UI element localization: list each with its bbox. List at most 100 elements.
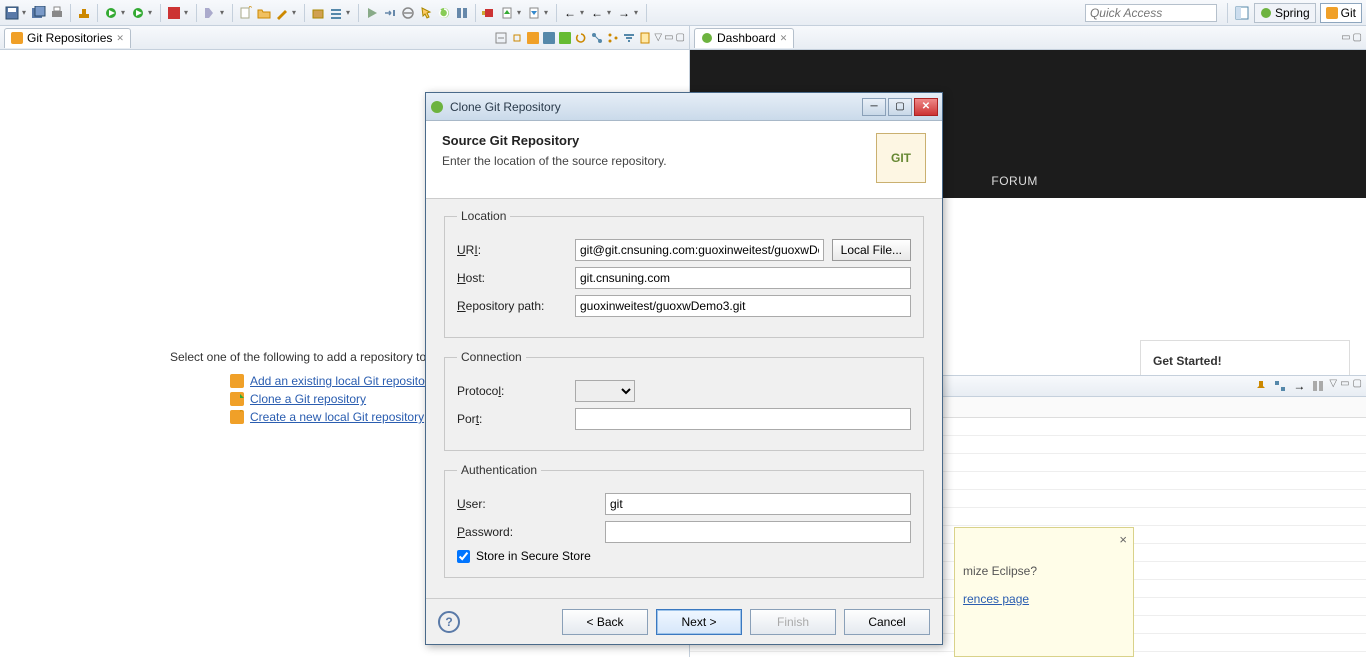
folder-open-icon[interactable] (256, 5, 272, 21)
link-editor-icon[interactable] (510, 31, 524, 45)
debug-run-icon[interactable] (103, 5, 119, 21)
collapse-all-icon[interactable] (494, 31, 508, 45)
doc-icon[interactable] (638, 31, 652, 45)
label-store-secure: Store in Secure Store (476, 549, 591, 563)
git-icon (1326, 7, 1338, 19)
arrow-right-icon[interactable]: → (1291, 378, 1307, 394)
maximize-icon[interactable]: ▢ (676, 32, 685, 43)
view-header: Git Repositories ✕ ▽ ▭ ▢ (0, 26, 689, 50)
clone-repo-link[interactable]: Clone a Git repository (250, 392, 366, 406)
terminate-icon[interactable] (400, 5, 416, 21)
forward-icon[interactable]: ← (589, 5, 605, 21)
dropdown-icon[interactable]: ▾ (292, 8, 299, 17)
help-icon[interactable]: ? (438, 611, 460, 633)
local-file-button[interactable]: Local File... (832, 239, 911, 261)
perspective-spring[interactable]: Spring (1254, 3, 1316, 23)
close-icon[interactable]: ✕ (780, 33, 788, 44)
skip-icon[interactable] (202, 5, 218, 21)
extension-icon[interactable] (481, 5, 497, 21)
columns-icon[interactable] (454, 5, 470, 21)
repo-path-input[interactable] (575, 295, 911, 317)
protocol-select[interactable] (575, 380, 635, 402)
pointer-icon[interactable] (418, 5, 434, 21)
dropdown-icon[interactable]: ▾ (607, 8, 614, 17)
create-repo-link[interactable]: Create a new local Git repository (250, 410, 424, 424)
save-all-icon[interactable] (31, 5, 47, 21)
add-existing-link[interactable]: Add an existing local Git repository (250, 374, 435, 388)
play-icon[interactable] (364, 5, 380, 21)
spring-icon (701, 32, 713, 44)
next-button[interactable]: Next > (656, 609, 742, 635)
back-icon[interactable]: ← (562, 5, 578, 21)
git-create-icon[interactable] (558, 31, 572, 45)
minimize-icon[interactable]: ▭ (664, 32, 673, 43)
package-icon[interactable] (310, 5, 326, 21)
store-secure-checkbox[interactable] (457, 550, 470, 563)
dropdown-icon[interactable]: ▾ (634, 8, 641, 17)
cancel-button[interactable]: Cancel (844, 609, 930, 635)
perspective-git[interactable]: Git (1320, 3, 1362, 23)
uri-input[interactable] (575, 239, 824, 261)
hierarchy-icon[interactable] (590, 31, 604, 45)
nav-back-icon[interactable]: → (616, 5, 632, 21)
dropdown-icon[interactable]: ▾ (580, 8, 587, 17)
minimize-button[interactable]: ─ (862, 98, 886, 116)
branch-icon[interactable] (606, 31, 620, 45)
dialog-body: Location URI: Local File... Host: Reposi… (426, 199, 942, 598)
tree-icon[interactable] (1272, 378, 1288, 394)
stop-icon[interactable] (166, 5, 182, 21)
close-icon[interactable]: ✕ (116, 33, 124, 44)
git-add-icon (230, 374, 244, 388)
refresh-icon[interactable] (436, 5, 452, 21)
dropdown-icon[interactable]: ▾ (544, 8, 551, 17)
build-icon[interactable] (76, 5, 92, 21)
dropdown-icon[interactable]: ▾ (220, 8, 227, 17)
minimize-icon[interactable]: ▭ (1340, 378, 1349, 394)
save-icon[interactable] (4, 5, 20, 21)
quick-access-input[interactable] (1085, 4, 1217, 22)
spring-icon (1260, 7, 1272, 19)
pin-icon[interactable] (1253, 378, 1269, 394)
columns-icon[interactable] (1310, 378, 1326, 394)
maximize-button[interactable]: ▢ (888, 98, 912, 116)
export-icon[interactable] (526, 5, 542, 21)
filter-icon[interactable] (622, 31, 636, 45)
tip-link[interactable]: rences page (963, 592, 1029, 606)
view-menu-icon[interactable]: ▽ (1329, 378, 1337, 394)
maximize-icon[interactable]: ▢ (1353, 32, 1362, 43)
view-tab-git-repositories[interactable]: Git Repositories ✕ (4, 28, 131, 48)
dialog-titlebar[interactable]: Clone Git Repository ─ ▢ ✕ (426, 93, 942, 121)
host-input[interactable] (575, 267, 911, 289)
minimize-icon[interactable]: ▭ (1341, 32, 1350, 43)
step-icon[interactable] (382, 5, 398, 21)
dropdown-icon[interactable]: ▾ (121, 8, 128, 17)
view-menu-icon[interactable]: ▽ (654, 32, 662, 43)
dropdown-icon[interactable]: ▾ (346, 8, 353, 17)
import-icon[interactable] (499, 5, 515, 21)
maximize-icon[interactable]: ▢ (1353, 378, 1362, 394)
view-tab-dashboard[interactable]: Dashboard ✕ (694, 28, 794, 48)
open-perspective-icon[interactable] (1234, 5, 1250, 21)
password-input[interactable] (605, 521, 911, 543)
nav-forum[interactable]: FORUM (991, 174, 1038, 188)
dropdown-icon[interactable]: ▾ (517, 8, 524, 17)
new-icon[interactable]: * (238, 5, 254, 21)
git-add-icon[interactable] (526, 31, 540, 45)
user-input[interactable] (605, 493, 911, 515)
list-icon[interactable] (328, 5, 344, 21)
finish-button[interactable]: Finish (750, 609, 836, 635)
dropdown-icon[interactable]: ▾ (22, 8, 29, 17)
dropdown-icon[interactable]: ▾ (184, 8, 191, 17)
run-icon[interactable] (130, 5, 146, 21)
print-icon[interactable] (49, 5, 65, 21)
port-input[interactable] (575, 408, 911, 430)
close-icon[interactable]: × (1119, 532, 1127, 547)
git-clone-icon[interactable] (542, 31, 556, 45)
dropdown-icon[interactable]: ▾ (148, 8, 155, 17)
close-button[interactable]: ✕ (914, 98, 938, 116)
edit-icon[interactable] (274, 5, 290, 21)
get-started-panel[interactable]: Get Started! (1140, 340, 1350, 375)
clone-git-dialog: Clone Git Repository ─ ▢ ✕ Source Git Re… (425, 92, 943, 645)
back-button[interactable]: < Back (562, 609, 648, 635)
refresh-icon[interactable] (574, 31, 588, 45)
